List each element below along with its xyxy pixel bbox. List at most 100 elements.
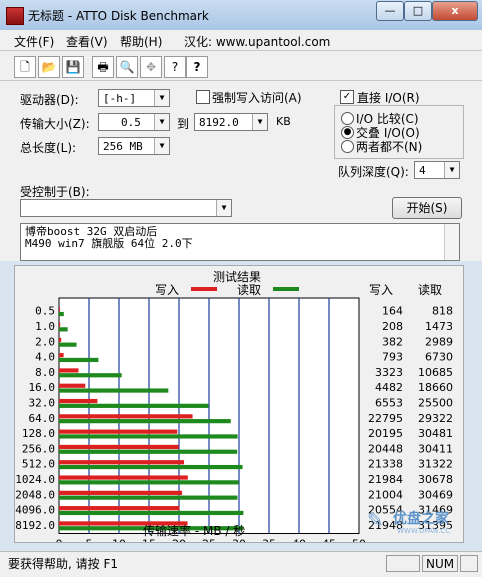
read-bar (59, 480, 239, 485)
direct-io-checkbox[interactable]: ✓ (340, 90, 354, 104)
transfer-from-value: 0.5 (121, 116, 141, 129)
print-preview-icon[interactable]: 🔍 (116, 56, 138, 78)
write-bar (59, 414, 193, 419)
write-bar (59, 444, 179, 450)
write-bar (59, 460, 185, 465)
maximize-button[interactable]: □ (404, 1, 432, 21)
category-label: 0.5 (35, 305, 55, 318)
chevron-down-icon: ▼ (154, 138, 169, 154)
read-value: 31322 (418, 458, 453, 471)
upan-watermark-logo: ✎ 优盘之家 WWW.UPAN.CC (367, 506, 459, 540)
category-label: 1.0 (35, 320, 55, 333)
direct-io-label: 直接 I/O(R) (357, 91, 420, 105)
read-value: 818 (432, 305, 453, 318)
write-value: 21984 (368, 473, 403, 486)
watermark-text: 优盘之家 (393, 511, 449, 527)
close-button[interactable]: x (432, 1, 478, 21)
menu-help[interactable]: 帮助(H) (120, 33, 162, 50)
write-value: 164 (382, 305, 403, 318)
read-bar (59, 311, 64, 317)
new-document-icon[interactable]: 🗋 (14, 56, 36, 78)
write-value: 22795 (368, 412, 403, 425)
write-value: 20448 (368, 442, 403, 455)
write-bar (59, 337, 62, 342)
menu-view[interactable]: 查看(V) (66, 33, 108, 50)
neither-radio[interactable] (341, 140, 354, 153)
read-value: 30411 (418, 442, 453, 455)
controlled-by-select[interactable]: ▼ (20, 199, 232, 217)
print-icon[interactable]: 🖶 (92, 56, 114, 78)
x-tick-label: 40 (292, 538, 306, 543)
transfer-from-select[interactable]: 0.5 ▼ (98, 113, 170, 131)
overlapped-io-radio[interactable]: ● (341, 126, 354, 139)
category-label: 128.0 (22, 427, 55, 440)
write-value: 3323 (375, 366, 403, 379)
description-scrollbar[interactable] (444, 224, 459, 260)
category-label: 64.0 (29, 412, 56, 425)
controlled-by-label: 受控制于(B): (20, 185, 90, 199)
save-icon[interactable]: 💾 (62, 56, 84, 78)
status-panel-blank-2 (460, 555, 478, 572)
category-label: 2.0 (35, 335, 55, 348)
start-button[interactable]: 开始(S) (392, 197, 462, 219)
menu-localization[interactable]: 汉化: www.upantool.com (184, 33, 330, 50)
category-label: 2048.0 (15, 488, 55, 501)
watermark-mark: ✎ (367, 508, 384, 532)
read-bar (59, 419, 231, 424)
write-bar (59, 506, 180, 511)
read-value: 25500 (418, 396, 453, 409)
read-bar (59, 327, 68, 332)
read-value: 30469 (418, 488, 453, 501)
x-tick-label: 45 (322, 538, 336, 543)
write-bar (59, 307, 60, 312)
chevron-down-icon: ▼ (154, 90, 169, 106)
total-length-select[interactable]: 256 MB ▼ (98, 137, 170, 155)
io-compare-radio[interactable] (341, 112, 354, 125)
watermark-sub: WWW.UPAN.CC (397, 527, 451, 535)
write-bar (59, 475, 188, 480)
write-bar (59, 353, 64, 358)
write-value: 21338 (368, 458, 403, 471)
results-panel: 测试结果 写入 读取 写入 读取 051015202530354045500.5… (14, 265, 464, 543)
force-write-checkbox[interactable] (196, 90, 210, 104)
category-label: 1024.0 (15, 473, 55, 486)
category-label: 4096.0 (15, 504, 55, 517)
write-value: 6553 (375, 396, 403, 409)
chevron-down-icon: ▼ (444, 162, 459, 178)
status-num: NUM (422, 555, 458, 572)
force-write-label: 强制写入访问(A) (212, 91, 302, 105)
read-bar (59, 373, 122, 378)
context-help-icon[interactable]: ? (186, 56, 208, 78)
queue-depth-select[interactable]: 4 ▼ (414, 161, 460, 179)
total-length-label: 总长度(L): (20, 141, 77, 155)
write-bar (59, 322, 61, 327)
settings-panel: 驱动器(D): [-h-] ▼ 强制写入访问(A) 传输大小(Z): 0.5 ▼… (0, 81, 482, 261)
read-bar (59, 388, 169, 393)
write-value: 793 (382, 351, 403, 364)
read-value: 18660 (418, 381, 453, 394)
transfer-to-select[interactable]: 8192.0 ▼ (194, 113, 268, 131)
title-bar: 无标题 - ATTO Disk Benchmark — □ x (0, 0, 482, 31)
read-bar (59, 464, 243, 470)
category-label: 32.0 (29, 396, 56, 409)
help-icon[interactable]: ? (164, 56, 186, 78)
read-value: 10685 (418, 366, 453, 379)
transfer-size-label: 传输大小(Z): (20, 117, 90, 131)
status-panel-blank-1 (386, 555, 420, 572)
open-folder-icon[interactable]: 📂 (38, 56, 60, 78)
drive-select[interactable]: [-h-] ▼ (98, 89, 170, 107)
write-bar (59, 398, 98, 404)
description-textarea[interactable]: 博帝boost 32G 双启动后 M490 win7 旗舰版 64位 2.0下 (20, 223, 460, 261)
read-value: 30678 (418, 473, 453, 486)
neither-label: 两者都不(N) (356, 140, 423, 154)
move-icon[interactable]: ✥ (140, 56, 162, 78)
transfer-to-label: 到 (177, 117, 190, 131)
read-bar (59, 449, 238, 454)
write-value: 21004 (368, 488, 403, 501)
drive-value: [-h-] (103, 92, 137, 105)
minimize-button[interactable]: — (376, 1, 404, 21)
menu-file[interactable]: 文件(F) (14, 33, 54, 50)
app-icon (6, 7, 24, 25)
write-value: 382 (382, 335, 403, 348)
x-tick-label: 50 (352, 538, 366, 543)
